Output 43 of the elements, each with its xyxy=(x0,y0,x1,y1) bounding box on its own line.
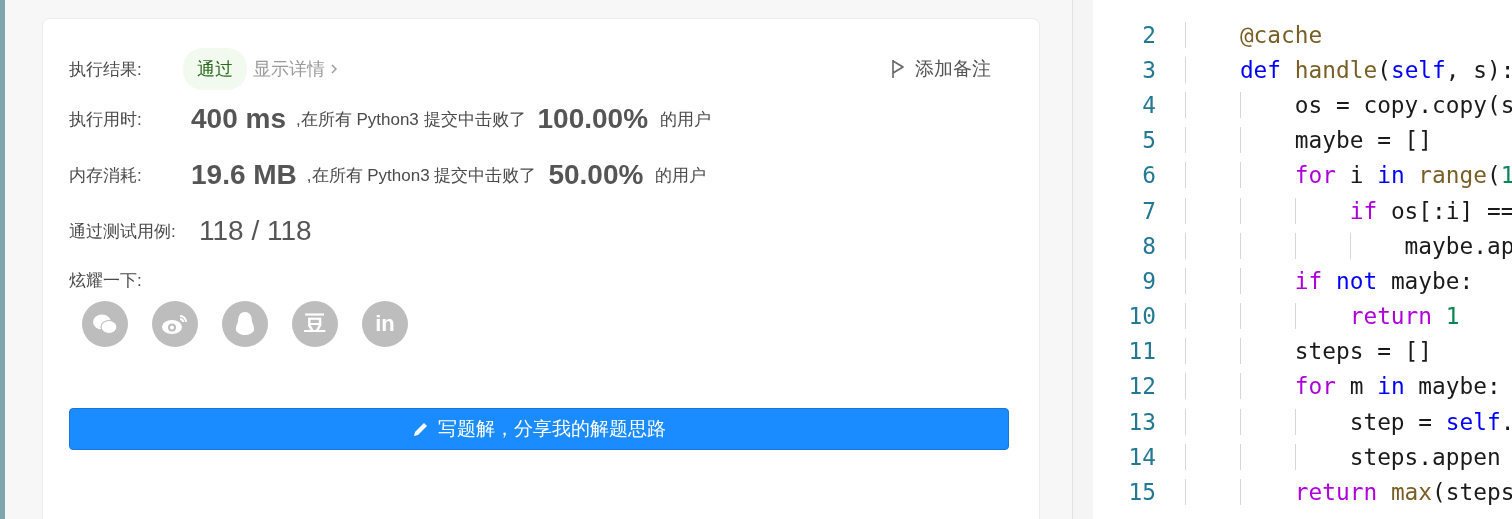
percent-value: 50.00% xyxy=(548,159,644,191)
stat-label: 执行用时: xyxy=(69,108,143,131)
percent-value: 100.00% xyxy=(537,103,649,135)
stat-value: 19.6 MB xyxy=(191,159,297,191)
share-button[interactable] xyxy=(152,301,198,347)
line-number: 8 xyxy=(1141,232,1156,259)
result-label: 执行结果: xyxy=(69,58,143,81)
share-button[interactable] xyxy=(222,301,268,347)
line-number: 4 xyxy=(1141,91,1156,118)
status-badge: 通过 xyxy=(183,48,247,90)
share-button[interactable] xyxy=(82,301,128,347)
tests-label: 通过测试用例: xyxy=(69,220,177,243)
stat-label: 内存消耗: xyxy=(69,164,143,187)
flag-icon xyxy=(891,59,905,79)
pencil-icon xyxy=(412,420,430,438)
line-number: 11 xyxy=(1127,338,1156,365)
line-number: 9 xyxy=(1141,267,1156,294)
add-note-link[interactable]: 添加备注 xyxy=(891,56,991,82)
line-number: 7 xyxy=(1141,197,1156,224)
chat-bubbles-icon xyxy=(92,313,118,335)
line-number: 15 xyxy=(1127,479,1156,506)
line-number: 6 xyxy=(1141,162,1156,189)
penguin-icon xyxy=(234,311,256,337)
stat-suffix: 的用户 xyxy=(655,164,707,187)
write-solution-button[interactable]: 写题解，分享我的解题思路 xyxy=(69,408,1009,450)
share-label: 炫耀一下: xyxy=(69,269,143,292)
line-number: 5 xyxy=(1141,127,1156,154)
chevron-icon xyxy=(330,63,338,75)
line-number: 3 xyxy=(1141,56,1156,83)
line-number: 12 xyxy=(1127,373,1156,400)
details-link[interactable]: 显示详情 xyxy=(253,57,338,81)
stat-suffix: 的用户 xyxy=(660,108,712,131)
stat-text: ,在所有 Python3 提交中击败了 xyxy=(306,164,537,187)
line-number: 2 xyxy=(1141,21,1156,48)
line-number: 10 xyxy=(1127,303,1156,330)
stat-value: 400 ms xyxy=(191,103,286,135)
line-number: 13 xyxy=(1127,408,1156,435)
stat-text: ,在所有 Python3 提交中击败了 xyxy=(295,108,526,131)
tests-value: 118 / 118 xyxy=(199,215,312,247)
swirl-icon xyxy=(161,313,189,335)
line-number: 14 xyxy=(1127,443,1156,470)
share-button[interactable]: 豆 xyxy=(292,301,338,347)
share-button[interactable]: in xyxy=(362,301,408,347)
